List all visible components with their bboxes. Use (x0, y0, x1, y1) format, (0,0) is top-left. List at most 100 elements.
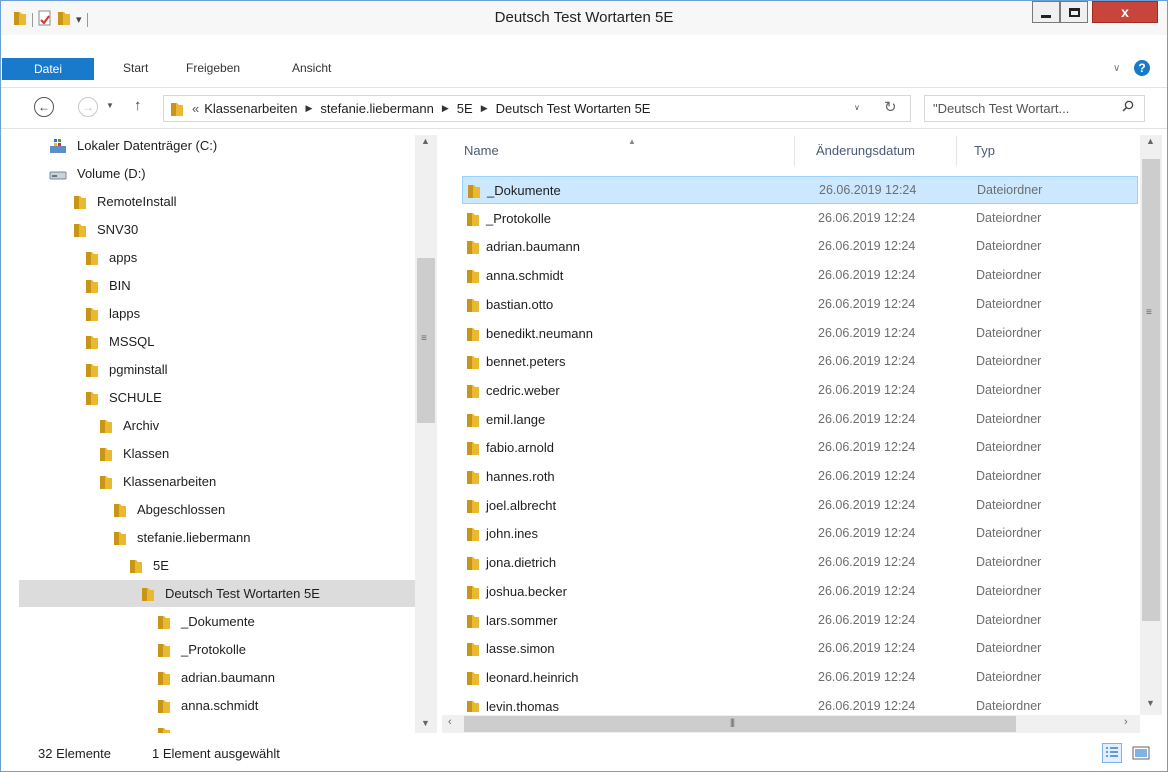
address-dropdown-icon[interactable]: ∨ (854, 103, 860, 112)
details-view-button[interactable] (1102, 743, 1122, 763)
tab-share[interactable]: Freigeben (186, 61, 240, 75)
file-row[interactable]: hannes.roth 26.06.2019 12:24 Dateiordner (462, 463, 1138, 491)
scrollbar-thumb[interactable] (464, 716, 1016, 732)
nav-item[interactable]: pgminstall (85, 356, 168, 383)
folder-icon (466, 268, 480, 284)
breadcrumb-overflow[interactable]: « (192, 101, 199, 116)
file-row[interactable]: joshua.becker 26.06.2019 12:24 Dateiordner (462, 578, 1138, 606)
breadcrumb-item[interactable]: Klassenarbeiten (204, 101, 297, 116)
file-row[interactable]: levin.thomas 26.06.2019 12:24 Dateiordner (462, 693, 1138, 712)
nav-item[interactable]: Klassenarbeiten (99, 468, 216, 495)
scroll-right-icon[interactable]: › (1124, 716, 1128, 728)
file-row[interactable]: _Dokumente 26.06.2019 12:24 Dateiordner (462, 176, 1138, 204)
column-divider[interactable] (956, 136, 957, 166)
folder-icon (466, 469, 480, 485)
file-row[interactable]: lars.sommer 26.06.2019 12:24 Dateiordner (462, 607, 1138, 635)
nav-item-label: apps (109, 250, 138, 265)
nav-item-label: pgminstall (109, 362, 168, 377)
help-icon[interactable]: ? (1134, 60, 1150, 76)
file-row[interactable]: cedric.weber 26.06.2019 12:24 Dateiordner (462, 377, 1138, 405)
up-button[interactable]: ↑ (134, 97, 142, 114)
nav-item[interactable]: RemoteInstall (73, 188, 176, 215)
nav-item[interactable]: MSSQL (85, 328, 155, 355)
file-date: 26.06.2019 12:24 (818, 354, 916, 369)
nav-item[interactable]: SCHULE (85, 384, 162, 411)
breadcrumb-arrow-icon[interactable]: ▶ (481, 103, 488, 114)
nav-item[interactable]: anna.schmidt (157, 692, 258, 719)
file-row[interactable]: anna.schmidt 26.06.2019 12:24 Dateiordner (462, 262, 1138, 290)
file-row[interactable]: fabio.arnold 26.06.2019 12:24 Dateiordner (462, 434, 1138, 462)
nav-item[interactable]: SNV30 (73, 216, 138, 243)
search-icon[interactable] (1122, 100, 1134, 112)
nav-item[interactable]: apps (85, 244, 137, 271)
file-row[interactable]: emil.lange 26.06.2019 12:24 Dateiordner (462, 406, 1138, 434)
file-row[interactable]: jona.dietrich 26.06.2019 12:24 Dateiordner (462, 549, 1138, 577)
nav-item-label: Deutsch Test Wortarten 5E (165, 586, 320, 601)
column-header-date[interactable]: Änderungsdatum (816, 132, 915, 168)
nav-item[interactable]: _Protokolle (157, 636, 246, 663)
tab-start[interactable]: Start (123, 61, 148, 75)
folder-icon (157, 726, 171, 733)
nav-item[interactable]: 5E (129, 552, 169, 579)
column-divider[interactable] (794, 136, 795, 166)
forward-button[interactable]: → (78, 97, 98, 117)
back-button[interactable]: ← (34, 97, 54, 117)
breadcrumb-arrow-icon[interactable]: ▶ (442, 103, 449, 114)
refresh-icon[interactable]: ↻ (884, 98, 897, 116)
minimize-button[interactable] (1032, 1, 1060, 23)
breadcrumb-arrow-icon[interactable]: ▶ (305, 103, 312, 114)
file-row[interactable]: leonard.heinrich 26.06.2019 12:24 Dateiord… (462, 664, 1138, 692)
navigation-scrollbar[interactable]: ▲ ≡ ▼ (415, 135, 437, 733)
scroll-up-icon[interactable]: ▲ (421, 136, 430, 146)
file-type: Dateiordner (976, 382, 1042, 397)
recent-locations-icon[interactable]: ▼ (106, 101, 114, 110)
file-name: bennet.peters (486, 354, 566, 370)
horizontal-scrollbar[interactable]: ‹ ||| › (442, 715, 1140, 733)
file-row[interactable]: benedikt.neumann 26.06.2019 12:24 Dateiord… (462, 320, 1138, 348)
scroll-left-icon[interactable]: ‹ (448, 716, 452, 728)
nav-item[interactable]: adrian.baumann (157, 664, 275, 691)
nav-item[interactable]: Lokaler Datenträger (C:) (49, 132, 217, 159)
nav-item-selected[interactable]: Deutsch Test Wortarten 5E (19, 580, 415, 607)
tab-view[interactable]: Ansicht (292, 61, 331, 75)
nav-item[interactable]: lapps (85, 300, 140, 327)
scroll-up-icon[interactable]: ▲ (1146, 136, 1155, 146)
file-row[interactable]: john.ines 26.06.2019 12:24 Dateiordner (462, 520, 1138, 548)
breadcrumb-item[interactable]: stefanie.liebermann (320, 101, 433, 116)
large-icons-view-button[interactable] (1131, 743, 1151, 763)
nav-item[interactable]: stefanie.liebermann (113, 524, 250, 551)
status-bar: 32 Elemente 1 Element ausgewählt (1, 737, 1167, 771)
nav-item[interactable]: Archiv (99, 412, 159, 439)
scrollbar-thumb[interactable] (1142, 159, 1160, 621)
file-row[interactable]: bennet.peters 26.06.2019 12:24 Dateiordner (462, 348, 1138, 376)
breadcrumb-item[interactable]: 5E (457, 101, 473, 116)
file-row[interactable]: joel.albrecht 26.06.2019 12:24 Dateiordner (462, 492, 1138, 520)
file-row[interactable]: lasse.simon 26.06.2019 12:24 Dateiordner (462, 635, 1138, 663)
scroll-down-icon[interactable]: ▼ (421, 718, 430, 728)
folder-icon (85, 306, 99, 322)
file-name: _Protokolle (486, 210, 552, 226)
nav-item[interactable]: Volume (D:) (49, 160, 146, 187)
nav-item[interactable]: _Dokumente (157, 608, 255, 635)
file-list-scrollbar[interactable]: ▲ ≡ ▼ (1140, 135, 1162, 715)
nav-item[interactable] (157, 720, 181, 733)
column-header-name[interactable]: Name (464, 132, 499, 168)
nav-item[interactable]: BIN (85, 272, 131, 299)
search-input[interactable]: "Deutsch Test Wortart... (924, 95, 1145, 122)
nav-item[interactable]: Abgeschlossen (113, 496, 225, 523)
file-row[interactable]: adrian.baumann 26.06.2019 12:24 Dateiordne… (462, 233, 1138, 261)
scroll-down-icon[interactable]: ▼ (1146, 698, 1155, 708)
file-name: john.ines (486, 526, 539, 542)
address-bar[interactable]: « Klassenarbeiten ▶ stefanie.liebermann … (163, 95, 911, 122)
column-header-type[interactable]: Typ (974, 132, 995, 168)
close-button[interactable]: x (1092, 1, 1158, 23)
nav-item[interactable]: Klassen (99, 440, 169, 467)
file-name: cedric.weber (486, 382, 560, 398)
tab-file[interactable]: Datei (2, 58, 94, 80)
maximize-button[interactable] (1060, 1, 1088, 23)
expand-ribbon-icon[interactable]: ∨ (1113, 63, 1120, 74)
file-row[interactable]: _Protokolle 26.06.2019 12:24 Dateiordner (462, 205, 1138, 233)
file-row[interactable]: bastian.otto 26.06.2019 12:24 Dateiordner (462, 291, 1138, 319)
explorer-window: ▾ Deutsch Test Wortarten 5E x Datei Star… (0, 0, 1168, 772)
breadcrumb-item[interactable]: Deutsch Test Wortarten 5E (496, 101, 651, 116)
